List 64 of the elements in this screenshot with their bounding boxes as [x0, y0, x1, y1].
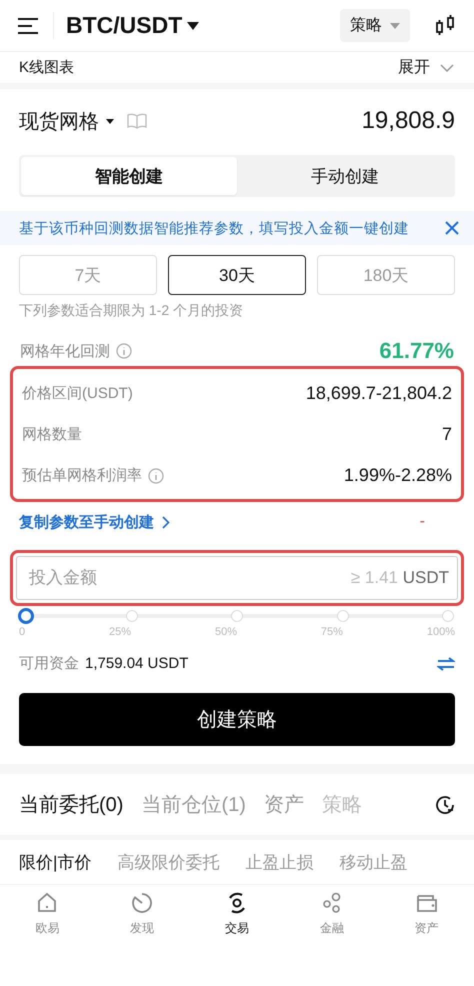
chevron-right-icon — [162, 516, 170, 528]
pair-selector[interactable]: BTC/USDT — [53, 12, 200, 39]
backtest-label: 网格年化回测 — [20, 342, 110, 360]
period-button[interactable]: 7天 — [19, 255, 157, 295]
order-type-tab[interactable]: 移动止盈 — [339, 850, 408, 874]
param-value: 7 — [442, 424, 452, 445]
tick-label: 0 — [19, 626, 26, 638]
slider-tick — [336, 610, 348, 622]
param-label: 预估单网格利润率 — [22, 466, 142, 485]
copy-value: - — [420, 513, 425, 531]
param-label: 价格区间(USDT) — [22, 384, 133, 403]
history-icon[interactable] — [434, 794, 456, 816]
caret-icon — [106, 118, 114, 124]
order-type-tab[interactable]: 止盈止损 — [245, 850, 314, 874]
transfer-icon[interactable] — [437, 656, 455, 670]
info-icon — [116, 343, 132, 359]
copy-params-link[interactable]: 复制参数至手动创建 — [19, 512, 170, 532]
available-value: 1,759.04 USDT — [85, 655, 188, 672]
banner-text: 基于该币种回测数据智能推荐参数，填写投入金额一键创建 — [19, 220, 409, 238]
amount-input[interactable]: 投入金额 — [27, 567, 351, 589]
param-value: 1.99%-2.28% — [344, 465, 452, 486]
period-button[interactable]: 180天 — [317, 255, 455, 295]
amount-field[interactable]: 投入金额 ≥ 1.41 USDT — [16, 556, 458, 600]
order-type-tab[interactable]: 高级限价委托 — [117, 850, 220, 874]
available-label: 可用资金 — [19, 654, 79, 673]
param-label: 网格数量 — [22, 425, 82, 444]
nav-item[interactable]: 欧易 — [0, 891, 95, 986]
order-tab[interactable]: 当前委托(0) — [19, 791, 124, 818]
slider-track[interactable] — [18, 608, 456, 624]
nav-item[interactable]: 交易 — [190, 891, 284, 986]
caret-icon — [390, 22, 400, 28]
slider-tick — [126, 610, 138, 622]
menu-icon — [17, 16, 39, 34]
nav-item[interactable]: 发现 — [94, 891, 190, 986]
section-label: K线图表 — [19, 58, 74, 77]
backtest-value: 61.77% — [379, 338, 454, 364]
slider-tick — [442, 610, 454, 622]
nav-item[interactable]: 金融 — [284, 891, 380, 986]
nav-item[interactable]: 资产 — [379, 891, 474, 986]
slider-tick — [231, 610, 243, 622]
close-icon[interactable] — [444, 220, 460, 236]
order-tab[interactable]: 当前仓位(1) — [141, 791, 246, 818]
caret-icon — [187, 22, 200, 30]
strategy-selector[interactable]: 现货网格 — [19, 108, 114, 134]
tick-label: 50% — [214, 626, 237, 638]
strategy-dropdown[interactable]: 策略 — [340, 9, 410, 42]
slider-thumb[interactable] — [18, 608, 34, 624]
param-value: 18,699.7-21,804.2 — [306, 383, 452, 404]
order-type-tab[interactable]: 限价|市价 — [19, 850, 92, 874]
tick-label: 100% — [426, 626, 455, 638]
tick-label: 25% — [109, 626, 132, 638]
chevron-down-icon — [440, 64, 454, 72]
mode-tab[interactable]: 智能创建 — [21, 157, 237, 195]
candlestick-icon[interactable] — [434, 14, 456, 38]
period-button[interactable]: 30天 — [168, 255, 306, 295]
price-value: 19,808.9 — [362, 107, 455, 135]
mode-tab[interactable]: 手动创建 — [237, 157, 453, 195]
tick-label: 75% — [320, 626, 343, 638]
order-tab[interactable]: 资产 — [264, 791, 304, 818]
create-button[interactable]: 创建策略 — [19, 693, 455, 746]
dial-icon — [130, 891, 154, 915]
period-note: 下列参数适合期限为 1-2 个月的投资 — [19, 302, 244, 320]
expand-toggle[interactable]: 展开 — [398, 57, 454, 78]
amount-hint: ≥ 1.41 USDT — [350, 568, 449, 588]
